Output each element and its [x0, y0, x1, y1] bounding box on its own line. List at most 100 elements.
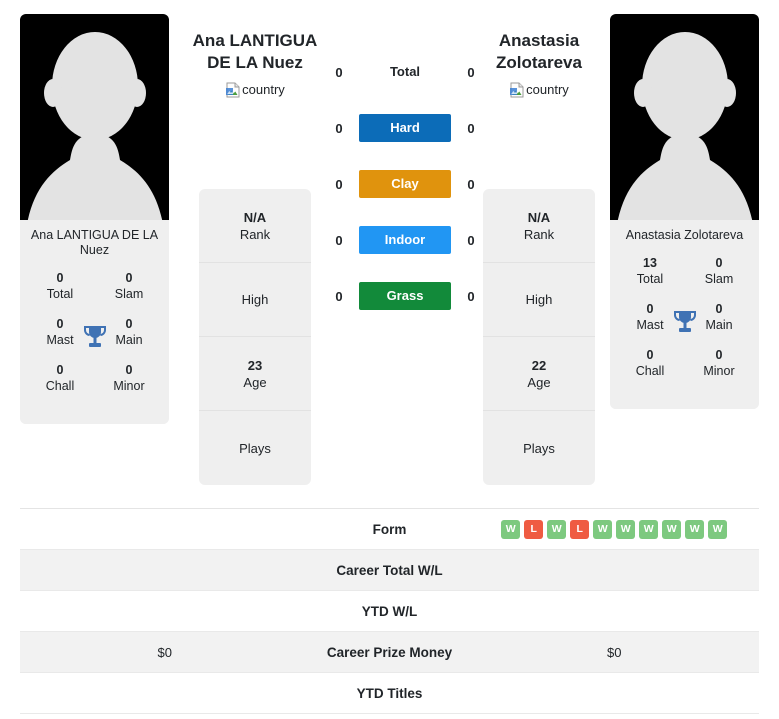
- surface-badge-indoor[interactable]: Indoor: [359, 226, 451, 254]
- stat-value: 0: [56, 271, 64, 285]
- row-label: YTD W/L: [361, 603, 418, 619]
- surface-right-value: 0: [467, 176, 475, 192]
- surface-titles-column: 0 Total 0 0 Hard 0 0 Clay 0 0 Indoor 0 0…: [330, 58, 480, 310]
- form-badge-win[interactable]: W: [708, 519, 728, 539]
- comparison-table: Form WLWLWWWWWW Career Total W/L YTD W/L…: [20, 508, 759, 714]
- info-label: High: [241, 292, 269, 307]
- player-name-line1-left: Ana LANTIGUA: [192, 31, 318, 50]
- player-card-name-left: Ana LANTIGUA DE LA Nuez: [20, 220, 169, 268]
- stat-label: Main: [115, 333, 143, 347]
- stat-value: 0: [125, 317, 133, 331]
- player-comparison-header: Ana LANTIGUA DE LA Nuez 0 Total 0 Slam 0…: [0, 0, 779, 714]
- info-label: Rank: [239, 226, 271, 242]
- row-right-value: $0: [607, 644, 622, 660]
- stat-label: Mast: [46, 333, 74, 347]
- table-row-career-prize-money: $0 Career Prize Money $0: [20, 632, 759, 673]
- stat-chall-left: 0 Chall: [34, 362, 86, 394]
- form-badge-win[interactable]: W: [593, 519, 613, 539]
- surface-badge-hard[interactable]: Hard: [359, 114, 451, 142]
- info-label: Plays: [239, 440, 271, 456]
- row-label: Career Prize Money: [326, 644, 453, 660]
- stat-value: 0: [715, 302, 723, 316]
- info-label: Age: [243, 374, 267, 390]
- row-label: YTD Titles: [356, 685, 423, 701]
- table-row-career-total-wl: Career Total W/L: [20, 550, 759, 591]
- surface-row-grass: 0 Grass 0: [330, 282, 480, 310]
- surface-right-value: 0: [467, 232, 475, 248]
- stat-slam-right: 0 Slam: [693, 255, 745, 287]
- broken-image-icon: [510, 82, 524, 98]
- info-label: High: [525, 292, 553, 307]
- info-value: 22: [531, 357, 547, 373]
- titles-row: 0 Chall 0 Minor: [26, 362, 163, 394]
- player-placeholder-silhouette-icon: [27, 32, 162, 220]
- player-info-card-left: N/A Rank High 23 Age Plays: [199, 189, 311, 485]
- stat-minor-right: 0 Minor: [693, 347, 745, 379]
- player-heading-left: Ana LANTIGUA DE LA Nuez country: [180, 30, 330, 98]
- player-placeholder-silhouette-icon: [617, 32, 752, 220]
- stat-label: Mast: [636, 318, 664, 332]
- stat-label: Minor: [703, 364, 735, 378]
- titles-row: 0 Chall 0 Minor: [616, 347, 753, 379]
- titles-row: 13 Total 0 Slam: [616, 255, 753, 287]
- stat-value: 13: [643, 256, 657, 270]
- stat-value: 0: [646, 348, 654, 362]
- form-badge-win[interactable]: W: [616, 519, 636, 539]
- surface-badge-clay[interactable]: Clay: [359, 170, 451, 198]
- surface-left-value: 0: [335, 232, 343, 248]
- trophy-icon: [83, 326, 106, 347]
- form-badge-win[interactable]: W: [547, 519, 567, 539]
- player-titles-right: 13 Total 0 Slam 0 Mast 0 Main 0 Chall 0 …: [610, 253, 759, 409]
- table-row-ytd-titles: YTD Titles: [20, 673, 759, 714]
- row-label: Career Total W/L: [336, 562, 443, 578]
- player-avatar-left: [20, 14, 169, 220]
- stat-label: Minor: [113, 379, 145, 393]
- player-titles-left: 0 Total 0 Slam 0 Mast 0 Main 0 Chall 0 M…: [20, 268, 169, 424]
- player-card-right[interactable]: Anastasia Zolotareva 13 Total 0 Slam 0 M…: [610, 14, 759, 409]
- form-badge-loss[interactable]: L: [524, 519, 544, 539]
- stat-mast-left: 0 Mast: [34, 316, 86, 348]
- stat-label: Total: [46, 287, 74, 301]
- stat-chall-right: 0 Chall: [624, 347, 676, 379]
- stat-mast-right: 0 Mast: [624, 301, 676, 333]
- broken-image-icon: [226, 82, 240, 98]
- form-badge-win[interactable]: W: [639, 519, 659, 539]
- stat-minor-left: 0 Minor: [103, 362, 155, 394]
- stat-label: Slam: [704, 272, 734, 286]
- surface-row-hard: 0 Hard 0: [330, 114, 480, 142]
- stat-value: 0: [56, 363, 64, 377]
- stat-label: Chall: [45, 379, 75, 393]
- row-right-value: WLWLWWWWWW: [470, 519, 760, 539]
- player-card-left[interactable]: Ana LANTIGUA DE LA Nuez 0 Total 0 Slam 0…: [20, 14, 169, 424]
- player-heading-right: Anastasia Zolotareva country: [464, 30, 614, 98]
- info-label: Rank: [523, 226, 555, 242]
- form-badge-win[interactable]: W: [662, 519, 682, 539]
- stat-value: 0: [715, 348, 723, 362]
- surface-right-value: 0: [467, 120, 475, 136]
- stat-slam-left: 0 Slam: [103, 270, 155, 302]
- form-badge-win[interactable]: W: [685, 519, 705, 539]
- stat-main-left: 0 Main: [103, 316, 155, 348]
- player-avatar-right: [610, 14, 759, 220]
- row-left-value: $0: [157, 644, 172, 660]
- surface-badge-total: Total: [389, 64, 421, 79]
- surface-left-value: 0: [335, 288, 343, 304]
- form-badge-win[interactable]: W: [501, 519, 521, 539]
- info-age-left: 23 Age: [199, 337, 311, 411]
- country-flag-right: country: [464, 82, 614, 98]
- row-label: Form: [372, 521, 407, 537]
- stat-label: Chall: [635, 364, 665, 378]
- info-plays-right: Plays: [483, 411, 595, 485]
- surface-badge-grass[interactable]: Grass: [359, 282, 451, 310]
- surface-row-indoor: 0 Indoor 0: [330, 226, 480, 254]
- trophy-icon: [673, 311, 696, 332]
- surface-row-clay: 0 Clay 0: [330, 170, 480, 198]
- form-badge-loss[interactable]: L: [570, 519, 590, 539]
- form-badge-list: WLWLWWWWWW: [501, 519, 728, 539]
- surface-left-value: 0: [335, 120, 343, 136]
- country-flag-left: country: [180, 82, 330, 98]
- stat-label: Slam: [114, 287, 144, 301]
- info-value: N/A: [527, 209, 551, 225]
- surface-left-value: 0: [335, 176, 343, 192]
- info-value: 23: [247, 357, 263, 373]
